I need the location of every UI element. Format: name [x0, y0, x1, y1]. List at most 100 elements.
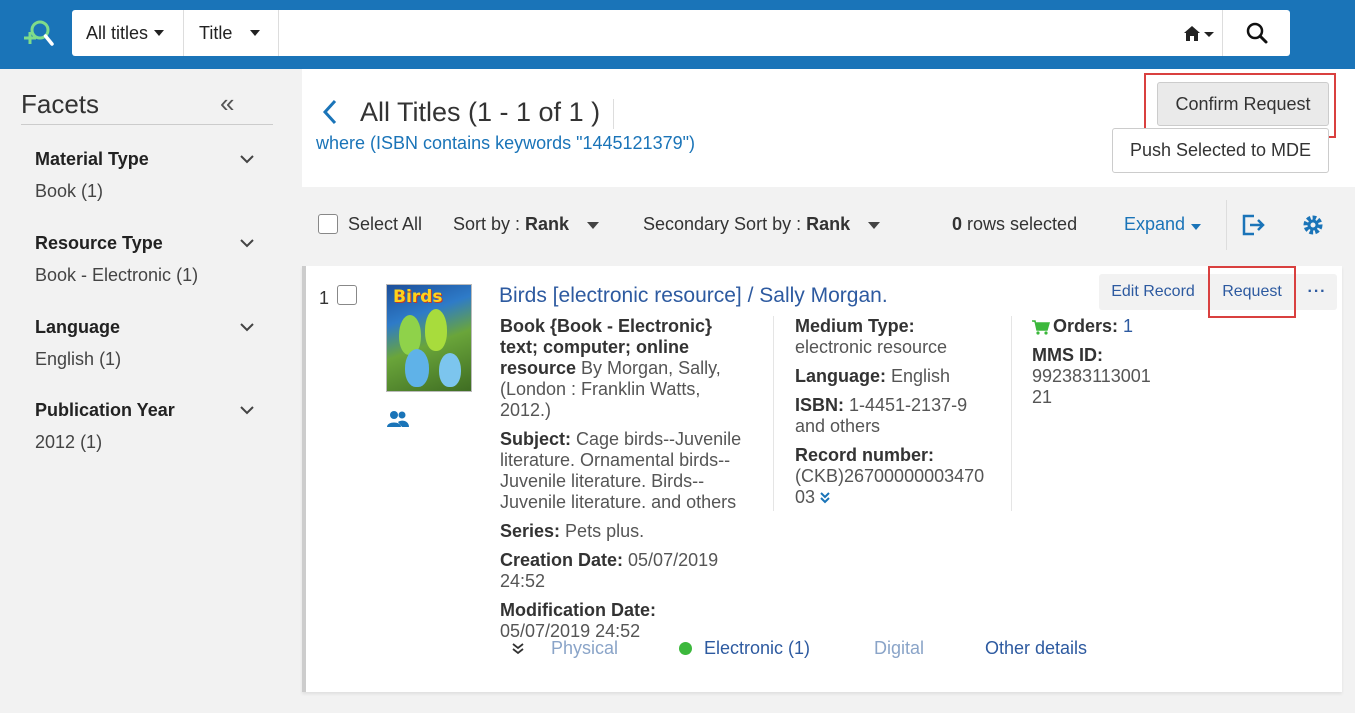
back-arrow-icon[interactable]	[320, 97, 340, 127]
home-icon	[1184, 26, 1214, 41]
select-all-label[interactable]: Select All	[348, 214, 422, 235]
facet-value[interactable]: 2012 (1)	[35, 432, 265, 453]
edit-record-button[interactable]: Edit Record	[1099, 274, 1207, 310]
search-button[interactable]	[1222, 10, 1290, 56]
caret-down-icon	[587, 221, 600, 229]
creation-date-label: Creation Date:	[500, 550, 624, 570]
cover-decoration	[439, 353, 461, 387]
orders-count-link[interactable]: 1	[1123, 316, 1133, 336]
shopping-cart-icon	[1032, 320, 1050, 335]
facet-value-count: (1)	[99, 349, 122, 369]
gear-icon[interactable]	[1300, 212, 1326, 238]
highlight-box	[1208, 266, 1296, 318]
chevron-down-icon	[240, 155, 254, 164]
record-checkbox[interactable]	[337, 285, 357, 305]
mms-id-label: MMS ID:	[1032, 345, 1103, 365]
facet-publication-year: Publication Year 2012 (1)	[35, 400, 265, 453]
secondary-sort-dropdown[interactable]: Secondary Sort by : Rank	[643, 214, 881, 235]
facet-material-type: Material Type Book (1)	[35, 149, 265, 202]
record-details-column: Book {Book - Electronic} text; computer;…	[500, 316, 755, 650]
facet-value[interactable]: English (1)	[35, 349, 265, 370]
select-all-checkbox[interactable]	[318, 214, 338, 234]
rows-selected: 0 rows selected	[952, 214, 1077, 235]
facet-language: Language English (1)	[35, 317, 265, 370]
facet-label: Material Type	[35, 149, 149, 169]
modification-date-label: Modification Date:	[500, 600, 656, 620]
facet-value-label: 2012	[35, 432, 76, 452]
export-icon[interactable]	[1240, 212, 1266, 238]
tab-other-details[interactable]: Other details	[985, 638, 1087, 659]
medium-type-value: electronic resource	[795, 337, 948, 357]
facet-value[interactable]: Book (1)	[35, 181, 265, 202]
tab-electronic-label: Electronic (1)	[704, 638, 811, 658]
series-label: Series:	[500, 521, 561, 541]
facet-value-label: Book - Electronic	[35, 265, 172, 285]
facet-label: Language	[35, 317, 121, 337]
collapse-facets-icon[interactable]: «	[220, 90, 234, 116]
secondary-sort-label: Secondary Sort by :	[643, 214, 802, 234]
facet-label: Publication Year	[35, 400, 175, 420]
scope-dropdown[interactable]: All titles	[72, 10, 184, 56]
book-cover-thumbnail[interactable]: Birds	[386, 284, 472, 392]
orders-label: Orders:	[1053, 316, 1119, 336]
caret-down-icon	[868, 221, 881, 229]
facet-value-count: (1)	[81, 181, 104, 201]
double-chevron-down-icon[interactable]	[819, 492, 831, 504]
rows-selected-count: 0	[952, 214, 963, 234]
top-bar: All titles Title	[0, 0, 1355, 69]
caret-down-icon	[154, 30, 165, 36]
language-value: English	[886, 366, 951, 386]
divider	[21, 124, 273, 125]
isbn-label: ISBN:	[795, 395, 844, 415]
facets-title: Facets	[21, 89, 100, 119]
push-selected-to-mde-button[interactable]: Push Selected to MDE	[1112, 128, 1329, 173]
secondary-sort-value: Rank	[806, 214, 851, 234]
record-inventory-column: Orders: 1 MMS ID: 992383113001 21	[1032, 316, 1182, 416]
divider	[1226, 200, 1227, 250]
search-query-link[interactable]: where (ISBN contains keywords "144512137…	[316, 133, 695, 154]
facet-header[interactable]: Publication Year	[35, 400, 265, 424]
field-dropdown[interactable]: Title	[184, 10, 279, 56]
confirm-request-button[interactable]: Confirm Request	[1157, 82, 1329, 126]
expand-dropdown[interactable]: Expand	[1124, 214, 1202, 235]
subject-label: Subject:	[500, 429, 572, 449]
facet-header[interactable]: Language	[35, 317, 265, 341]
tab-electronic[interactable]: Electronic (1)	[679, 638, 810, 659]
record-title-link[interactable]: Birds [electronic resource] / Sally Morg…	[499, 284, 888, 308]
results-header: All Titles (1 - 1 of 1 ) where (ISBN con…	[302, 69, 1355, 187]
facet-header[interactable]: Material Type	[35, 149, 265, 173]
tab-physical[interactable]: Physical	[551, 638, 618, 659]
chevron-down-icon	[240, 323, 254, 332]
search-input[interactable]	[279, 10, 1169, 56]
facet-value[interactable]: Book - Electronic (1)	[35, 265, 265, 286]
results-toolbar: Select All Sort by : Rank Secondary Sort…	[302, 187, 1355, 262]
search-icon	[1246, 22, 1267, 44]
facet-value-count: (1)	[176, 265, 199, 285]
record-card: 1 Birds Birds [electronic resource] / Sa…	[302, 266, 1342, 692]
facet-value-label: Book	[35, 181, 77, 201]
home-dropdown[interactable]	[1180, 22, 1220, 46]
double-chevron-down-icon[interactable]	[511, 642, 525, 656]
sort-dropdown[interactable]: Sort by : Rank	[453, 214, 600, 235]
search-box: All titles Title	[72, 10, 1290, 56]
divider	[613, 99, 614, 129]
sort-value: Rank	[525, 214, 570, 234]
tab-digital[interactable]: Digital	[874, 638, 924, 659]
record-number-label: Record number:	[795, 445, 935, 465]
search-plus-logo-icon[interactable]	[22, 18, 54, 50]
facet-header[interactable]: Resource Type	[35, 233, 265, 257]
expand-label: Expand	[1124, 214, 1186, 234]
rows-selected-text: rows selected	[967, 214, 1078, 234]
cover-title: Birds	[393, 287, 443, 307]
divider	[1011, 316, 1012, 511]
field-label: Title	[199, 22, 233, 43]
sort-label: Sort by :	[453, 214, 521, 234]
users-icon[interactable]	[386, 410, 410, 428]
mms-id-value: 992383113001 21	[1032, 366, 1151, 407]
record-number: 1	[319, 288, 330, 308]
scope-label: All titles	[86, 22, 149, 43]
divider	[773, 316, 774, 511]
more-actions-button[interactable]: ···	[1297, 274, 1337, 310]
series-value: Pets plus.	[560, 521, 645, 541]
page-title: All Titles (1 - 1 of 1 )	[360, 97, 601, 127]
